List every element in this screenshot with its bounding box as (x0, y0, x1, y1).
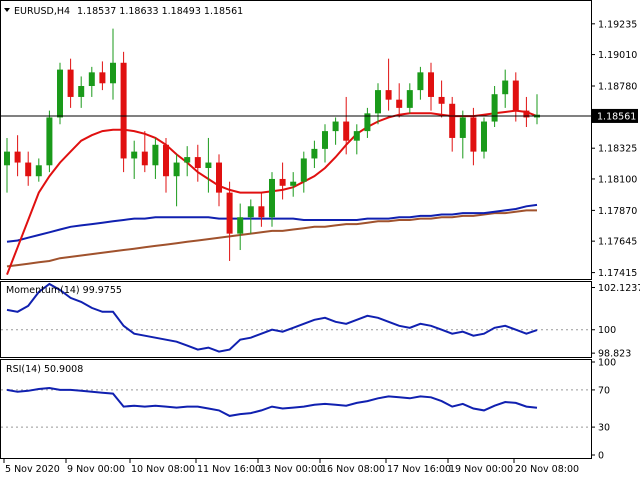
current-price-label: 1.18561 (597, 111, 636, 122)
candle-bearish (14, 151, 21, 163)
price-y-tick-label: 1.19010 (598, 50, 637, 61)
candle-bullish (375, 90, 381, 114)
candle-bullish (406, 90, 413, 108)
candle-bullish (35, 165, 42, 177)
rsi-y-tick-label: 100 (598, 358, 616, 369)
momentum-y-tick-label: 102.1237 (598, 283, 640, 294)
candle-bullish (184, 157, 191, 163)
candle-bearish (343, 121, 350, 141)
x-tick-label: 13 Nov 00:00 (259, 464, 323, 475)
x-tick-label: 20 Nov 08:00 (515, 464, 579, 475)
candle-bullish (78, 86, 85, 97)
forex-chart[interactable]: 1.192351.190101.187801.185551.183251.181… (0, 0, 640, 480)
price-y-tick-label: 1.17870 (598, 206, 637, 217)
momentum-title: Momentum(14) 99.9755 (6, 285, 122, 296)
candle-bearish (438, 96, 445, 104)
rsi-y-tick-label: 30 (598, 423, 610, 434)
candle-bearish (194, 157, 201, 169)
price-y-tick-label: 1.18780 (598, 82, 637, 93)
x-tick-label: 19 Nov 00:00 (449, 464, 513, 475)
candle-bullish (247, 206, 254, 218)
price-y-tick-label: 1.18100 (598, 174, 637, 185)
candle-bullish (269, 178, 275, 218)
candle-bullish (46, 117, 53, 166)
candle-bearish (67, 69, 74, 97)
x-tick-label: 10 Nov 08:00 (131, 464, 195, 475)
rsi-y-tick-label: 0 (598, 451, 604, 462)
candle-bearish (216, 162, 222, 193)
candle-bullish (4, 151, 10, 166)
candle-bullish (502, 80, 509, 95)
rsi-panel-frame (0, 359, 592, 459)
candle-bearish (25, 162, 32, 177)
candle-bullish (110, 62, 116, 84)
candle-bullish (290, 181, 297, 186)
chart-title-ohlc: 1.18537 1.18633 1.18493 1.18561 (77, 6, 243, 17)
candle-bearish (449, 103, 456, 138)
candle-bearish (141, 151, 148, 166)
candle-bearish (470, 117, 477, 152)
price-y-tick-label: 1.19235 (598, 19, 637, 30)
candle-bearish (226, 192, 233, 234)
candle-bullish (300, 158, 307, 182)
candle-bearish (258, 206, 265, 218)
candle-bearish (120, 62, 127, 159)
price-y-tick-label: 1.17415 (598, 268, 637, 279)
candle-bullish (173, 162, 180, 177)
candle-bullish (481, 121, 487, 152)
price-panel-frame (0, 0, 592, 280)
candle-bullish (152, 144, 159, 166)
candle-bullish (417, 72, 424, 91)
x-tick-label: 11 Nov 16:00 (197, 464, 261, 475)
price-y-tick-label: 1.18325 (598, 144, 637, 155)
candle-bullish (353, 131, 360, 141)
candle-bullish (491, 94, 498, 122)
candle-bearish (512, 80, 519, 111)
candle-bullish (88, 72, 95, 87)
candle-bearish (279, 178, 286, 186)
x-tick-label: 17 Nov 16:00 (387, 464, 451, 475)
candle-bullish (311, 148, 318, 159)
candle-bearish (99, 72, 106, 84)
candle-bullish (332, 121, 339, 132)
rsi-y-tick-label: 70 (598, 385, 610, 396)
candle-bullish (322, 131, 328, 149)
candle-bullish (57, 69, 63, 118)
x-tick-label: 5 Nov 2020 (5, 464, 60, 475)
chart-title-symbol: EURUSD,H4 (14, 6, 70, 17)
candle-bearish (428, 72, 434, 97)
candle-bullish (131, 151, 138, 159)
candle-bearish (396, 99, 403, 108)
rsi-title: RSI(14) 50.9008 (6, 364, 83, 375)
candle-bullish (237, 217, 244, 234)
candle-bullish (205, 162, 212, 169)
x-tick-label: 16 Nov 08:00 (321, 464, 385, 475)
candle-bearish (385, 90, 392, 100)
momentum-y-tick-label: 100 (598, 325, 616, 336)
price-y-tick-label: 1.17645 (598, 237, 637, 248)
x-tick-label: 9 Nov 00:00 (67, 464, 125, 475)
candle-bearish (163, 144, 169, 177)
candle-bullish (459, 117, 466, 138)
